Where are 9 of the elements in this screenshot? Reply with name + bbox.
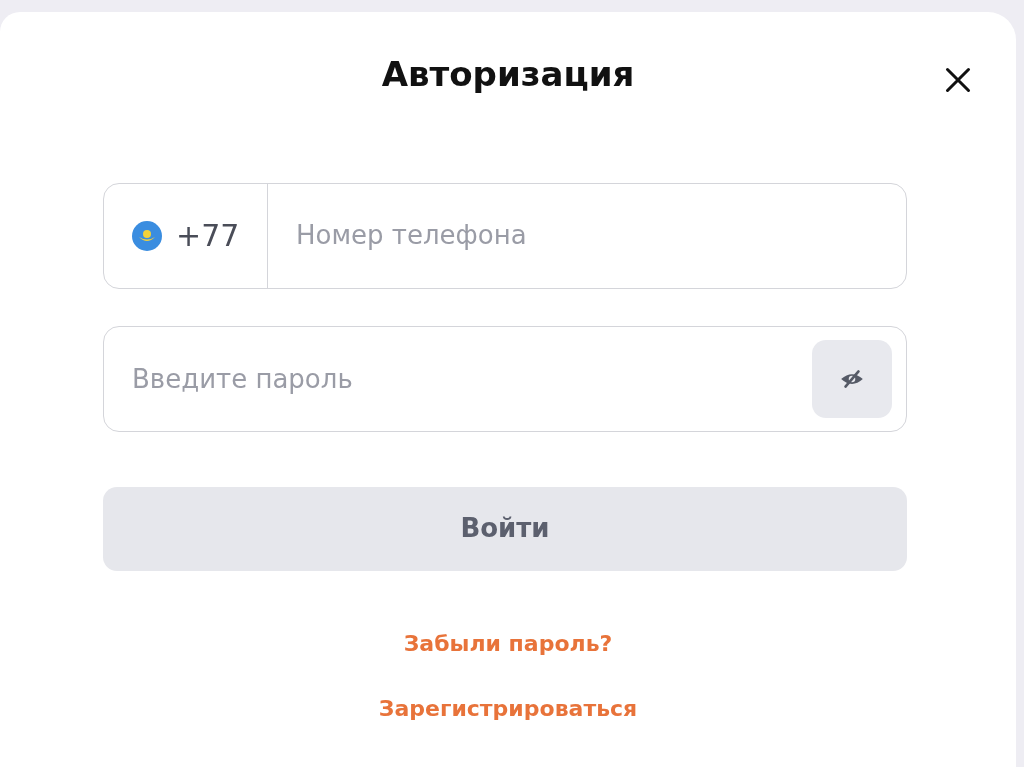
- register-link[interactable]: Зарегистрироваться: [378, 691, 638, 725]
- forgot-password-link[interactable]: Забыли пароль?: [403, 626, 613, 660]
- country-code[interactable]: +77: [176, 213, 240, 259]
- toggle-password-button[interactable]: [812, 339, 892, 418]
- close-icon: [944, 66, 972, 94]
- phone-field[interactable]: +77 Номер телефона: [103, 182, 907, 289]
- flag-icon: [132, 220, 162, 251]
- dialog-title: Авторизация: [381, 54, 635, 95]
- password-field[interactable]: Введите пароль: [103, 325, 907, 432]
